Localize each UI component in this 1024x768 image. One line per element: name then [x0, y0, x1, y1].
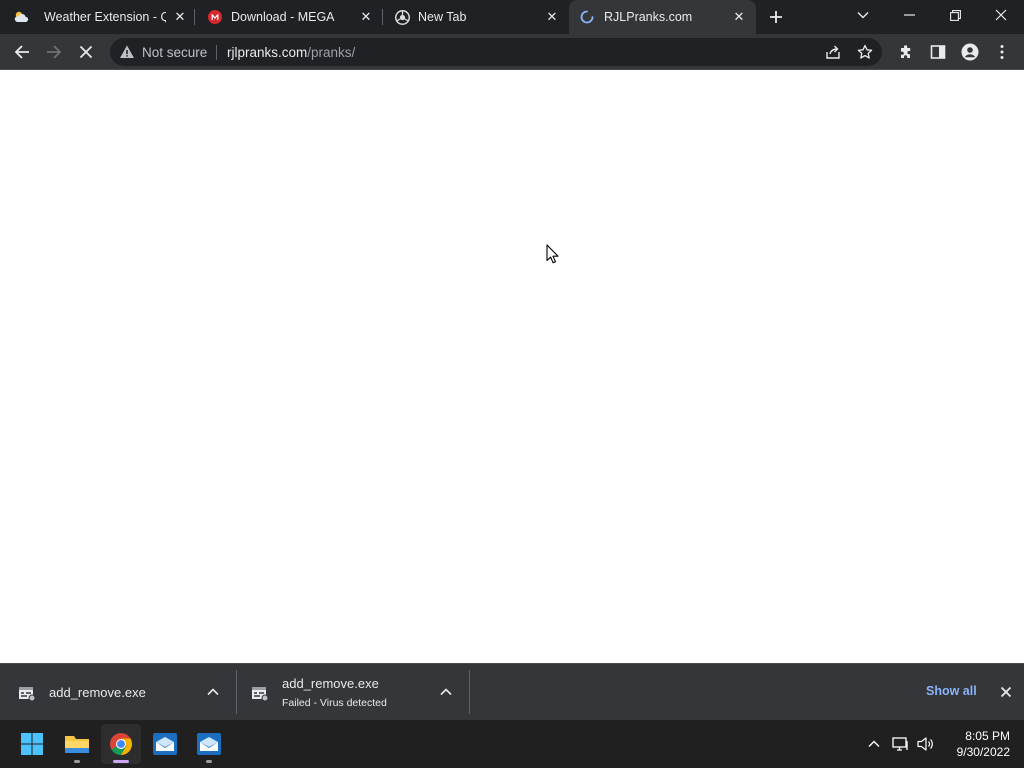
mail-app-icon[interactable] [189, 724, 229, 764]
windows-taskbar: 8:05 PM 9/30/2022 [0, 720, 1024, 768]
url-text[interactable]: rjlpranks.com/pranks/ [227, 45, 355, 60]
file-explorer-icon[interactable] [57, 724, 97, 764]
menu-kebab-icon[interactable] [990, 40, 1014, 64]
restore-icon[interactable] [932, 0, 978, 30]
tab-close-icon[interactable]: ✕ [544, 9, 560, 25]
new-tab-plus-icon[interactable] [766, 7, 786, 27]
side-panel-icon[interactable] [926, 40, 950, 64]
minimize-icon[interactable] [886, 0, 932, 30]
profile-avatar-icon[interactable] [958, 40, 982, 64]
download-status: Failed - Virus detected [282, 697, 387, 709]
mail-app-icon[interactable] [145, 724, 185, 764]
show-all-downloads-link[interactable]: Show all [926, 684, 977, 698]
tab-strip: Weather Extension - Qu ✕ Download - MEGA… [0, 0, 1024, 36]
clock-date: 9/30/2022 [956, 745, 1010, 759]
tab-weather-extension[interactable]: Weather Extension - Qu ✕ [0, 0, 195, 34]
tab-title: New Tab [418, 10, 467, 24]
show-hidden-icons-chevron-icon[interactable] [864, 734, 884, 754]
tab-close-icon[interactable]: ✕ [172, 9, 188, 25]
download-shelf: add_remove.exe add_remove.exe Failed - V… [0, 663, 1024, 720]
loading-spinner-icon [579, 9, 595, 25]
download-item-failed[interactable]: add_remove.exe Failed - Virus detected [237, 664, 470, 720]
download-filename: add_remove.exe [49, 685, 146, 700]
clock-time: 8:05 PM [965, 729, 1010, 743]
url-host: rjlpranks.com [227, 45, 308, 60]
back-arrow-icon[interactable] [10, 40, 34, 64]
close-window-icon[interactable] [978, 0, 1024, 30]
download-filename: add_remove.exe [282, 676, 379, 691]
desktop-screen: Weather Extension - Qu ✕ Download - MEGA… [0, 0, 1024, 768]
exe-file-icon [251, 684, 269, 702]
share-icon[interactable] [824, 43, 842, 61]
omnibox-divider [216, 45, 217, 60]
mega-favicon-icon [207, 9, 223, 25]
running-indicator [206, 760, 212, 763]
tab-new-tab[interactable]: New Tab ✕ [383, 0, 569, 34]
chevron-up-icon[interactable] [204, 683, 222, 701]
chrome-icon[interactable] [101, 724, 141, 764]
close-shelf-icon[interactable] [997, 683, 1015, 701]
volume-icon[interactable] [916, 734, 936, 754]
security-status-label[interactable]: Not secure [142, 45, 207, 60]
stop-loading-icon[interactable] [74, 40, 98, 64]
address-bar[interactable]: Not secure rjlpranks.com/pranks/ [110, 38, 882, 66]
warning-triangle-icon[interactable] [119, 44, 135, 60]
tab-close-icon[interactable]: ✕ [358, 9, 374, 25]
chrome-favicon-icon [394, 9, 410, 25]
extensions-puzzle-icon[interactable] [894, 40, 918, 64]
bookmark-star-icon[interactable] [856, 43, 874, 61]
tab-title: Download - MEGA [231, 10, 335, 24]
chevron-up-icon[interactable] [437, 683, 455, 701]
active-indicator [113, 760, 129, 763]
download-separator [469, 670, 470, 714]
tab-rjlpranks[interactable]: RJLPranks.com ✕ [569, 0, 756, 36]
start-button-icon[interactable] [12, 724, 52, 764]
url-path: /pranks/ [307, 45, 356, 60]
mouse-cursor-icon [546, 244, 560, 264]
download-item[interactable]: add_remove.exe [0, 664, 237, 720]
web-page-content[interactable] [0, 71, 1024, 663]
network-icon[interactable] [891, 734, 911, 754]
system-clock[interactable]: 8:05 PM 9/30/2022 [940, 728, 1010, 760]
tab-close-icon[interactable]: ✕ [731, 9, 747, 25]
tab-search-chevron-icon[interactable] [840, 0, 886, 30]
tab-download-mega[interactable]: Download - MEGA ✕ [195, 0, 383, 34]
running-indicator [74, 760, 80, 763]
weather-favicon-icon [13, 9, 29, 25]
tab-title: RJLPranks.com [604, 10, 693, 24]
exe-file-icon [18, 684, 36, 702]
tab-title: Weather Extension - Qu [44, 10, 166, 24]
forward-arrow-icon[interactable] [42, 40, 66, 64]
